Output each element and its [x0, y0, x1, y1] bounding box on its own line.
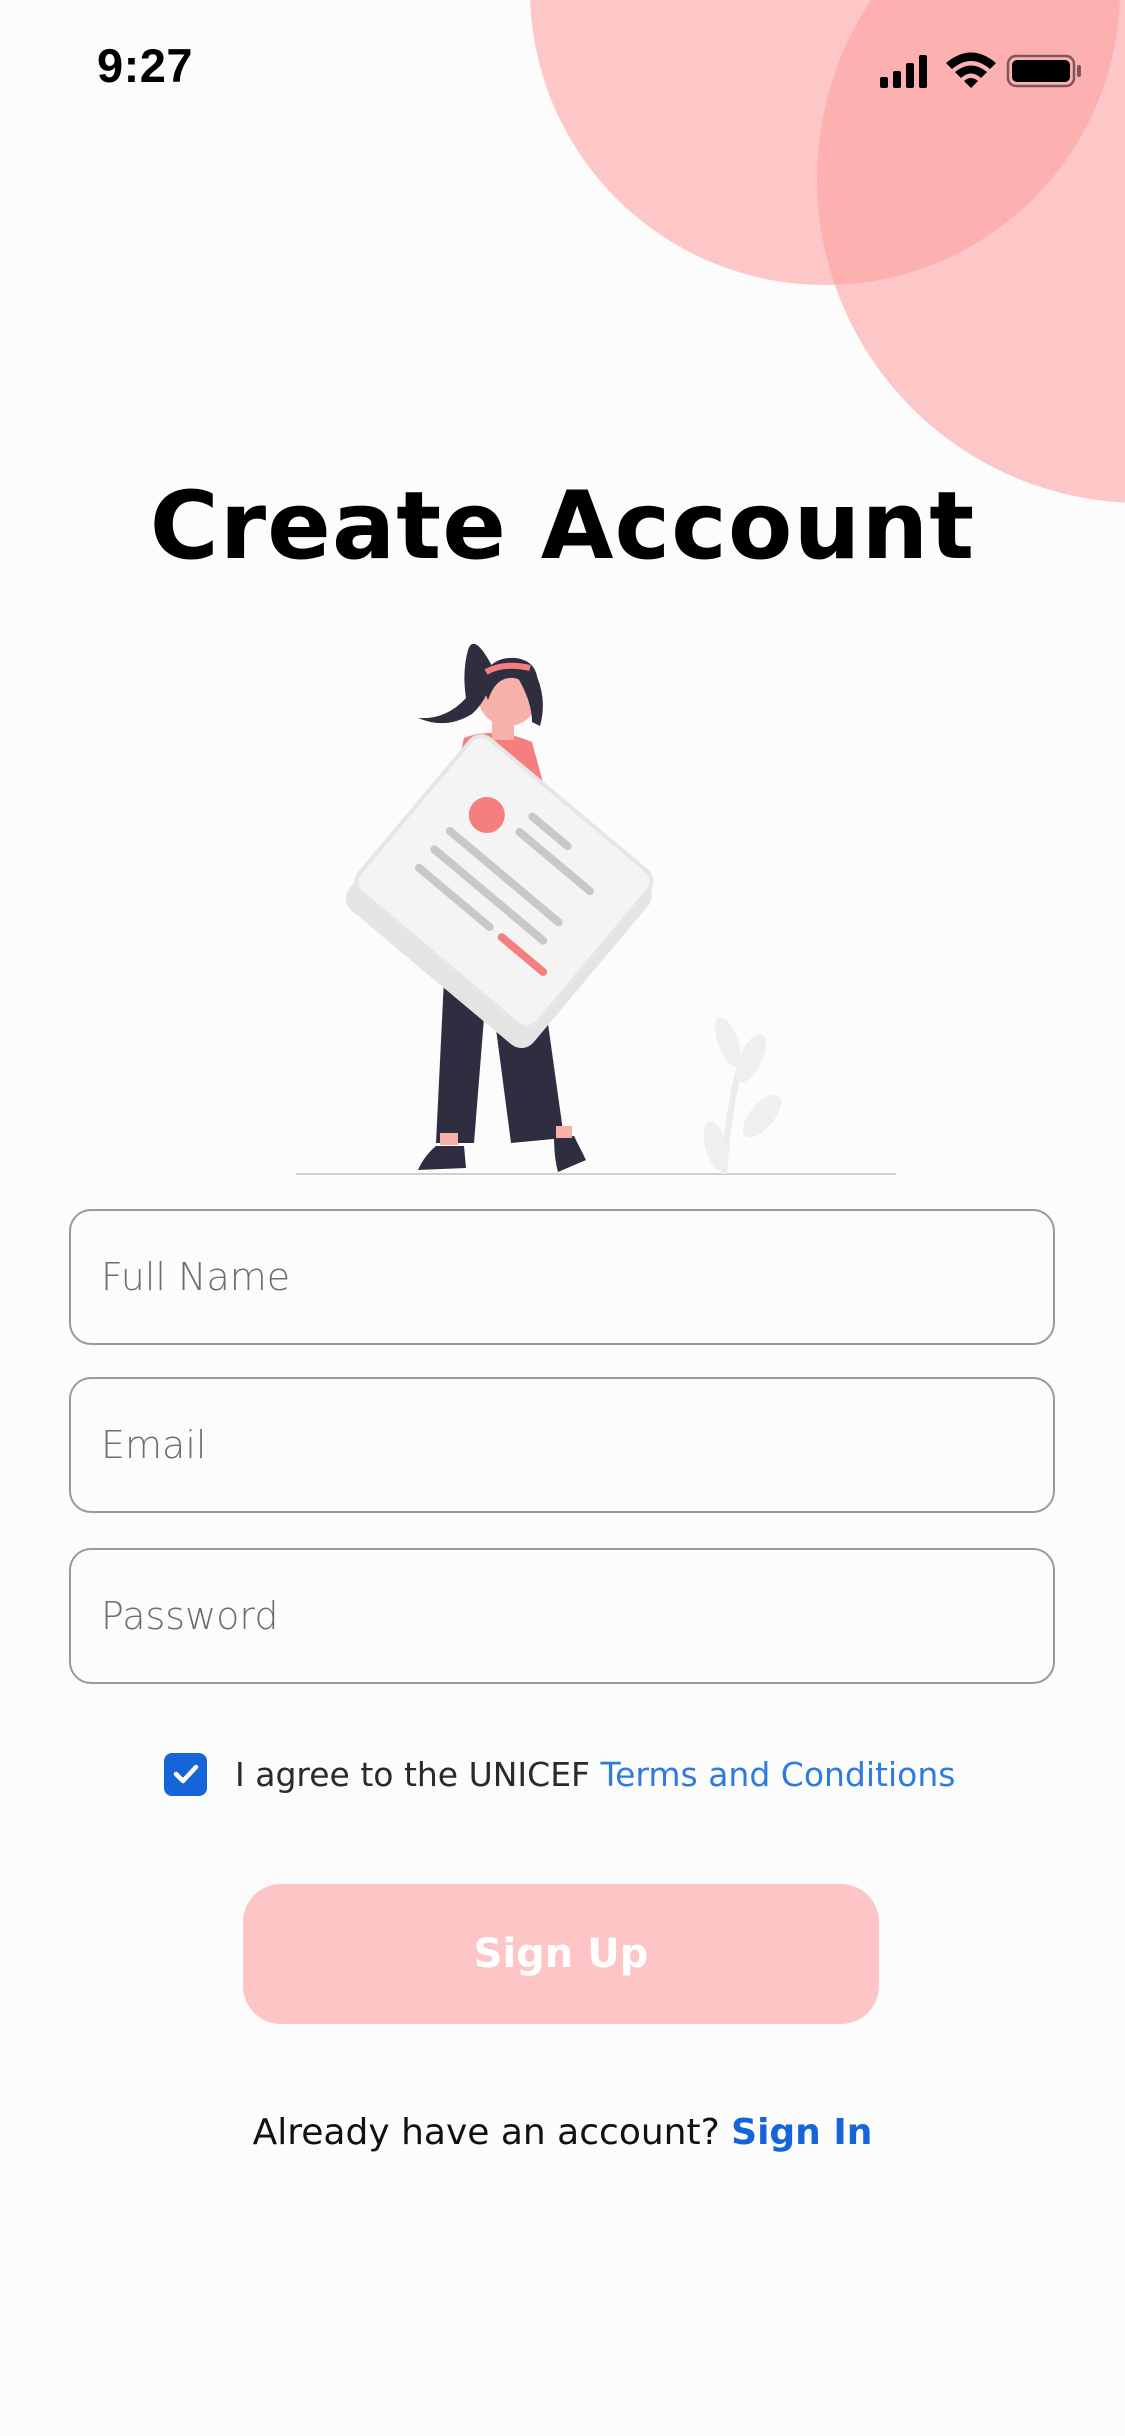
cellular-signal-icon — [880, 55, 927, 88]
status-icons — [880, 52, 1081, 88]
checkmark-icon — [173, 1764, 198, 1784]
terms-checkbox[interactable] — [164, 1752, 207, 1796]
page-title: Create Account — [149, 472, 976, 581]
wifi-icon — [946, 52, 996, 88]
document-icon — [346, 734, 654, 1049]
terms-text: I agree to the UNICEF Terms and Conditio… — [235, 1755, 955, 1794]
battery-icon — [1006, 54, 1081, 88]
ponytail — [418, 643, 492, 724]
sign-up-button[interactable]: Sign Up — [243, 1884, 879, 2024]
plant-icon — [703, 1017, 782, 1175]
email-field[interactable] — [69, 1377, 1055, 1513]
woman-holding-document-illustration — [296, 643, 896, 1175]
left-shoe — [418, 1146, 466, 1170]
terms-agreement: I agree to the UNICEF Terms and Conditio… — [164, 1750, 955, 1798]
terms-label: I agree to the UNICEF — [235, 1754, 601, 1794]
create-account-screen: 9:27 Create Account Full Name Email I ag… — [0, 0, 1125, 2436]
right-shoe — [554, 1136, 586, 1172]
password-input[interactable] — [71, 1550, 1053, 1682]
full-name-field[interactable] — [69, 1209, 1055, 1345]
status-bar: 9:27 — [0, 0, 1125, 140]
terms-and-conditions-link[interactable]: Terms and Conditions — [601, 1755, 956, 1794]
sign-in-prompt-text: Already have an account? — [252, 2112, 732, 2153]
sign-in-prompt: Already have an account? Sign In — [0, 2112, 1125, 2153]
sign-in-link[interactable]: Sign In — [731, 2112, 872, 2153]
password-field[interactable] — [69, 1548, 1055, 1684]
email-input[interactable] — [71, 1379, 1053, 1511]
status-time: 9:27 — [97, 39, 194, 92]
full-name-input[interactable] — [71, 1211, 1053, 1343]
